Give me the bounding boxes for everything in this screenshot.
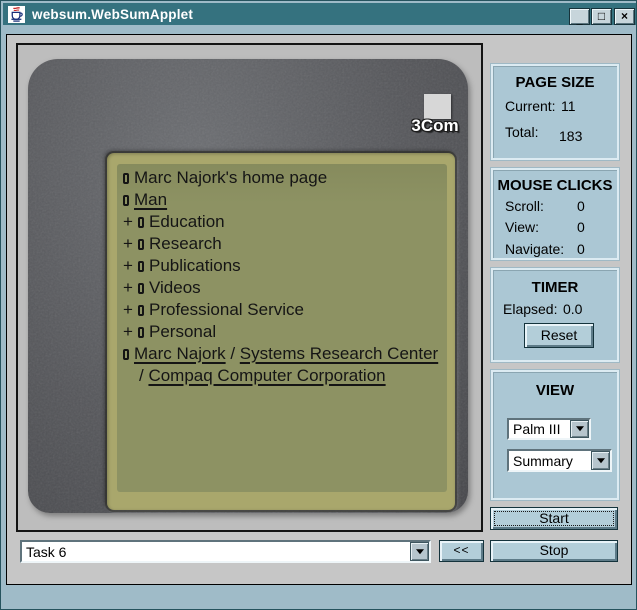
screen-list-item: + Videos [120,277,445,299]
bullet-icon [138,261,144,272]
panel-mouse-clicks: MOUSE CLICKS Scroll: 0 View: 0 Navigate:… [491,168,619,260]
titlebar: websum.WebSumApplet _ □ × [3,3,636,26]
palm-device: 3Com Marc Najork's home page Man + Educatio… [28,59,468,513]
brand-logo: 3Com [411,116,459,135]
panel-page-size: PAGE SIZE Current: 11 Total: 183 [491,64,619,160]
elapsed-value: 0.0 [563,301,583,317]
lcd-bezel: Marc Najork's home page Man + Education + Res… [107,153,455,510]
bullet-icon [123,195,129,206]
panel-page-size-title: PAGE SIZE [515,74,595,91]
screen-text: Personal [149,322,217,341]
screen-list-item: + Research [120,233,445,255]
screen-text: Publications [149,256,241,275]
java-cup-icon [8,5,25,23]
total-label: Total: [505,124,539,140]
maximize-button[interactable]: □ [591,8,612,25]
tree-expander-icon[interactable]: + [123,299,138,321]
screen-list-item: + Publications [120,255,445,277]
bullet-icon [123,349,129,360]
total-value: 183 [559,128,583,144]
lcd-screen: Marc Najork's home page Man + Education + Res… [117,164,447,492]
tree-expander-icon[interactable]: + [123,321,138,343]
scroll-label: Scroll: [505,198,544,214]
screen-link[interactable]: Compaq Computer Corporation [148,366,385,385]
bullet-icon [138,217,144,228]
panel-timer: TIMER Elapsed: 0.0 Reset [491,268,619,362]
screen-list-item: + Personal [120,321,445,343]
view-mode-value: Summary [513,452,573,469]
back-button[interactable]: << [439,540,484,562]
bullet-icon [138,327,144,338]
screen-text: Research [149,234,222,253]
current-label: Current: [505,98,556,114]
tree-expander-icon[interactable]: + [123,211,138,233]
screen-link[interactable]: Systems Research Center [240,344,438,363]
outline-list: Marc Najork's home page Man + Education + Res… [120,167,445,387]
bullet-icon [138,283,144,294]
tree-expander-icon[interactable]: + [123,233,138,255]
panel-timer-title: TIMER [531,279,579,296]
screen-list-item: Man [120,189,445,211]
screen-text: Education [149,212,225,231]
screen-link[interactable]: Man [134,190,167,209]
chevron-down-icon[interactable] [591,451,610,470]
tree-expander-icon[interactable]: + [123,277,138,299]
task-value: Task 6 [26,543,67,560]
current-value: 11 [561,98,576,114]
screen-text: Marc Najork's home page [134,168,328,187]
scroll-value: 0 [577,198,585,214]
bullet-icon [138,305,144,316]
navigate-label: Navigate: [505,241,565,257]
view-device-select[interactable]: Palm III [507,418,591,440]
close-button[interactable]: × [614,8,635,25]
screen-text: / [225,344,240,363]
panel-mouse-clicks-title: MOUSE CLICKS [497,177,613,194]
chevron-down-icon[interactable] [570,420,589,438]
tree-expander-icon[interactable]: + [123,255,138,277]
screen-list-item: + Education [120,211,445,233]
minimize-button[interactable]: _ [569,8,590,26]
task-select[interactable]: Task 6 [20,540,431,563]
screen-text: Videos [149,278,201,297]
stop-button[interactable]: Stop [490,540,618,562]
view-label: View: [505,219,539,235]
panel-view-title: VIEW [535,382,575,399]
screen-list-item: Marc Najork / Systems Research Center / … [120,343,445,387]
start-button[interactable]: Start [490,507,618,530]
elapsed-label: Elapsed: [503,301,558,317]
screen-text: Professional Service [149,300,304,319]
screen-list-item: + Professional Service [120,299,445,321]
applet-content: 3Com Marc Najork's home page Man + Educatio… [6,34,632,585]
chevron-down-icon[interactable] [410,542,429,561]
screen-list-item: Marc Najork's home page [120,167,445,189]
view-value: 0 [577,219,585,235]
view-device-value: Palm III [513,421,561,437]
panel-view: VIEW Palm III Summary [491,370,619,500]
view-mode-select[interactable]: Summary [507,449,612,472]
device-photo-frame: 3Com Marc Najork's home page Man + Educatio… [16,43,483,532]
navigate-value: 0 [577,241,585,257]
window-title: websum.WebSumApplet [32,6,194,22]
reset-button[interactable]: Reset [524,323,594,348]
bullet-icon [123,173,129,184]
screen-link[interactable]: Marc Najork [134,344,226,363]
bullet-icon [138,239,144,250]
applet-window: websum.WebSumApplet _ □ × 3Com Marc Najo… [0,0,637,610]
